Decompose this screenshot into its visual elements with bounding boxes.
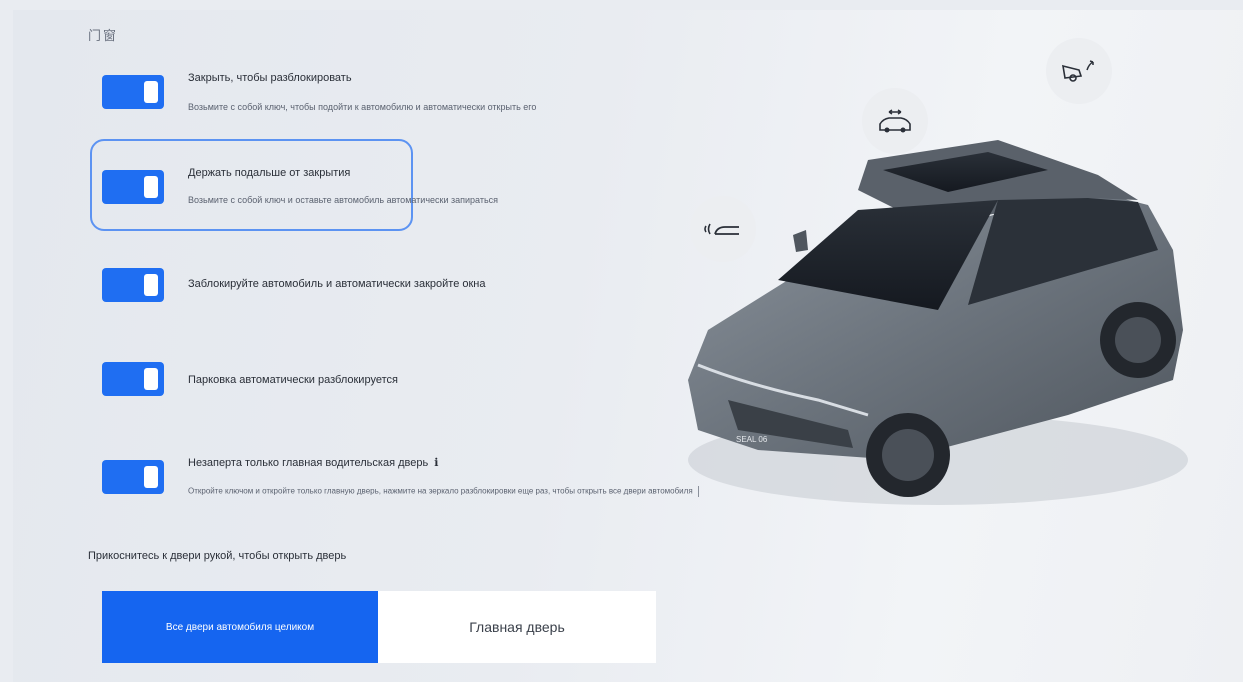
park-unlock-toggle[interactable]	[102, 362, 164, 396]
segment-main-door[interactable]: Главная дверь	[378, 591, 656, 663]
section-title: 门窗	[88, 28, 119, 43]
touch-door-hint: Прикоснитесь к двери рукой, чтобы открыт…	[88, 550, 347, 562]
setting-title: Закрыть, чтобы разблокировать	[188, 72, 352, 84]
setting-description: Откройте ключом и откройте только главну…	[188, 486, 699, 497]
toggle-knob	[144, 176, 158, 198]
toggle-knob	[144, 274, 158, 296]
rear-rim	[1115, 317, 1161, 363]
info-icon[interactable]: ℹ	[434, 457, 438, 469]
trunk-open-icon	[1062, 60, 1094, 82]
car-badge: SEAL 06	[736, 435, 768, 444]
setting-title: Держать подальше от закрытия	[188, 167, 351, 179]
front-rim	[882, 429, 934, 481]
setting-title: Незаперта только главная водительская дв…	[188, 456, 438, 469]
toggle-knob	[144, 466, 158, 488]
unlock-on-approach-toggle[interactable]	[102, 75, 164, 109]
setting-title-text: Незаперта только главная водительская дв…	[188, 457, 429, 469]
lock-on-leave-toggle[interactable]	[102, 170, 164, 204]
setting-title: Парковка автоматически разблокируется	[188, 374, 398, 386]
car-illustration: SEAL 06	[688, 140, 1188, 505]
lock-close-windows-toggle[interactable]	[102, 268, 164, 302]
setting-title: Заблокируйте автомобиль и автоматически …	[188, 278, 486, 290]
setting-description-text: Откройте ключом и откройте только главну…	[188, 486, 693, 496]
toggle-knob	[144, 81, 158, 103]
setting-description: Возьмите с собой ключ, чтобы подойти к а…	[188, 102, 537, 112]
segment-all-doors[interactable]: Все двери автомобиля целиком	[102, 591, 378, 663]
toggle-knob	[144, 368, 158, 390]
trunk-open-button[interactable]	[1046, 38, 1112, 104]
driver-door-only-toggle[interactable]	[102, 460, 164, 494]
side-mirror	[793, 230, 808, 252]
setting-description: Возьмите с собой ключ и оставьте автомоб…	[188, 195, 499, 205]
